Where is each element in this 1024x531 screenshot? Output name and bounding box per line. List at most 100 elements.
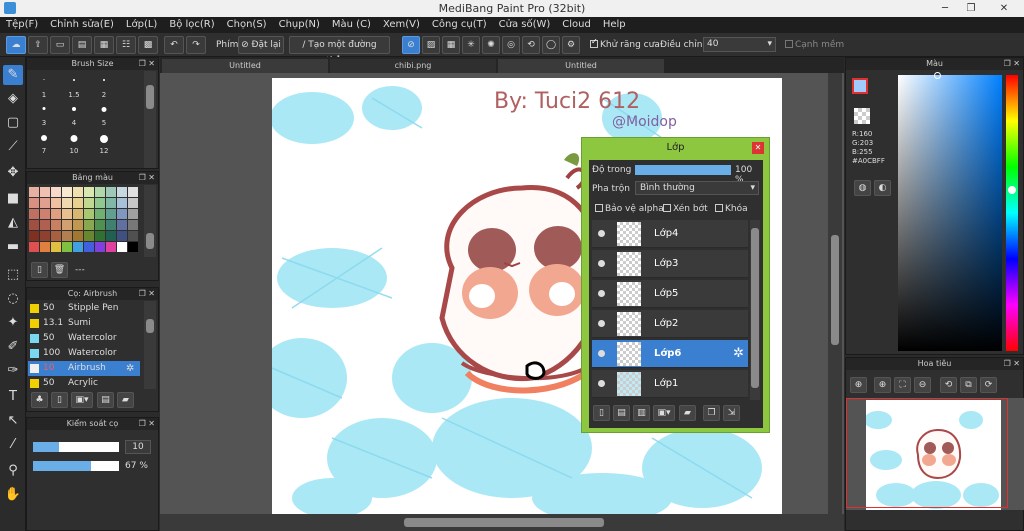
redo-icon[interactable]: ↷	[186, 36, 206, 54]
transparent-color-swatch[interactable]	[854, 108, 870, 124]
palette-swatch[interactable]	[106, 187, 116, 197]
menu-file[interactable]: Tệp(F)	[0, 17, 44, 33]
lock-checkbox[interactable]: Khóa	[715, 203, 748, 214]
panel-float-icon[interactable]: ❐ ✕	[139, 58, 155, 70]
menu-filter[interactable]: Bộ lọc(R)	[163, 17, 220, 33]
palette-swatch[interactable]	[73, 198, 83, 208]
new-layer-menu-icon[interactable]: ▣▾	[653, 405, 675, 421]
undo-icon[interactable]: ↶	[164, 36, 184, 54]
brush-item[interactable]: 100Watercolor (Wet)	[28, 346, 140, 373]
brush-size-cell[interactable]: 2	[89, 72, 119, 100]
palette-swatch[interactable]	[117, 187, 127, 197]
folder-icon[interactable]: ▰	[679, 405, 696, 421]
protect-alpha-checkbox[interactable]: Bảo vệ alpha	[595, 203, 664, 214]
brush-size-cell[interactable]: 7	[29, 128, 59, 156]
brush-item[interactable]: 13.1 Sumi	[28, 316, 140, 331]
palette-swatch[interactable]	[29, 231, 39, 241]
palette-swatch[interactable]	[73, 220, 83, 230]
palette-swatch[interactable]	[95, 198, 105, 208]
brush-size-cell[interactable]: 1	[29, 72, 59, 100]
palette-swatch[interactable]	[62, 187, 72, 197]
palette-swatch[interactable]	[117, 198, 127, 208]
palette-swatch[interactable]	[117, 209, 127, 219]
folder-icon[interactable]: ▰	[117, 392, 134, 408]
brush-add-icon[interactable]: ♣	[31, 392, 48, 408]
palette-swatch[interactable]	[84, 187, 94, 197]
palette-swatch[interactable]	[95, 242, 105, 252]
layer-row[interactable]: Lớp4	[592, 220, 748, 248]
gradient-tool-icon[interactable]: ▬	[3, 237, 23, 257]
palette-swatch[interactable]	[40, 220, 50, 230]
panel-float-icon[interactable]: ❐ ✕	[139, 288, 155, 300]
operation-tool-icon[interactable]: ↖	[3, 411, 23, 431]
trash-icon[interactable]: 🗑	[51, 262, 68, 278]
hand-tool-icon[interactable]: ✋	[3, 485, 23, 505]
palette-swatch[interactable]	[29, 209, 39, 219]
color-picker-icon[interactable]: ◐	[874, 180, 891, 196]
brush-new-icon[interactable]: ▯	[51, 392, 68, 408]
menu-help[interactable]: Help	[597, 17, 632, 33]
layer-row[interactable]: Lớp3	[592, 250, 748, 278]
palette-swatch[interactable]	[128, 209, 138, 219]
palette-swatch[interactable]	[29, 187, 39, 197]
brush-size-cell[interactable]: 3	[29, 100, 59, 128]
layer-scrollbar[interactable]	[750, 220, 760, 400]
tab-chibi[interactable]: chibi.png	[330, 59, 496, 73]
tab-untitled-1[interactable]: Untitled	[162, 59, 328, 73]
panel-float-icon[interactable]: ❐ ✕	[1004, 58, 1020, 70]
panel-float-icon[interactable]: ❐ ✕	[139, 172, 155, 184]
close-button[interactable]: ✕	[984, 0, 1024, 17]
list-icon[interactable]: ☷	[116, 36, 136, 54]
minimize-button[interactable]: ─	[932, 0, 958, 17]
layer-row[interactable]: Lớp2	[592, 310, 748, 338]
palette-swatch[interactable]	[73, 231, 83, 241]
rotate-left-icon[interactable]: ⟲	[940, 377, 957, 393]
smooth-edge-checkbox[interactable]: Cạnh mềm	[785, 39, 844, 50]
palette-swatch[interactable]	[62, 220, 72, 230]
palette-swatch[interactable]	[106, 242, 116, 252]
palette-swatch[interactable]	[51, 209, 61, 219]
visibility-icon[interactable]	[598, 320, 605, 327]
brush-size-cell[interactable]: 5	[89, 100, 119, 128]
menu-cloud[interactable]: Cloud	[556, 17, 597, 33]
palette-swatch[interactable]	[117, 220, 127, 230]
palette-swatch[interactable]	[73, 242, 83, 252]
document-icon[interactable]: ▦	[94, 36, 114, 54]
zoom-out-icon[interactable]: ⊖	[914, 377, 931, 393]
magic-wand-tool-icon[interactable]: ✦	[3, 313, 23, 333]
visibility-icon[interactable]	[598, 290, 605, 297]
palette-swatch[interactable]	[84, 220, 94, 230]
blend-mode-select[interactable]: Bình thường ▾	[635, 181, 759, 195]
visibility-icon[interactable]	[598, 350, 605, 357]
text-tool-icon[interactable]: T	[3, 387, 23, 407]
palette-swatch[interactable]	[51, 187, 61, 197]
palette-swatch[interactable]	[51, 231, 61, 241]
navigator-preview[interactable]	[846, 398, 1024, 510]
eraser-tool-icon[interactable]: ◈	[3, 89, 23, 109]
circle-snap-icon[interactable]: ◎	[502, 36, 520, 54]
brush-size-scrollbar[interactable]	[144, 71, 156, 168]
radial-snap-icon[interactable]: ✺	[482, 36, 500, 54]
palette-swatch[interactable]	[51, 242, 61, 252]
new-color-layer-icon[interactable]: ▥	[633, 405, 650, 421]
palette-swatch[interactable]	[62, 231, 72, 241]
brush-size-cell[interactable]: 12	[89, 128, 119, 156]
menu-select[interactable]: Chọn(S)	[221, 17, 273, 33]
palette-swatch[interactable]	[62, 198, 72, 208]
brush-size-cell[interactable]: 10	[59, 128, 89, 156]
palette-swatch[interactable]	[84, 242, 94, 252]
visibility-icon[interactable]	[598, 230, 605, 237]
grid-icon[interactable]: ▩	[138, 36, 158, 54]
size-value[interactable]: 10	[125, 440, 151, 454]
cloud-icon[interactable]: ☁	[6, 36, 26, 54]
palette-swatch[interactable]	[128, 231, 138, 241]
brush-size-cell[interactable]: 1.5	[59, 72, 89, 100]
lasso-tool-icon[interactable]: ◌	[3, 289, 23, 309]
palette-swatch[interactable]	[84, 209, 94, 219]
navigator-viewport-frame[interactable]	[846, 398, 1008, 508]
layer-row-selected[interactable]: Lớp6 ✲	[592, 340, 748, 368]
settings-icon[interactable]: ⚙	[562, 36, 580, 54]
canvas-horizontal-scrollbar[interactable]	[160, 514, 844, 531]
palette-swatch[interactable]	[51, 198, 61, 208]
palette-swatch[interactable]	[73, 209, 83, 219]
